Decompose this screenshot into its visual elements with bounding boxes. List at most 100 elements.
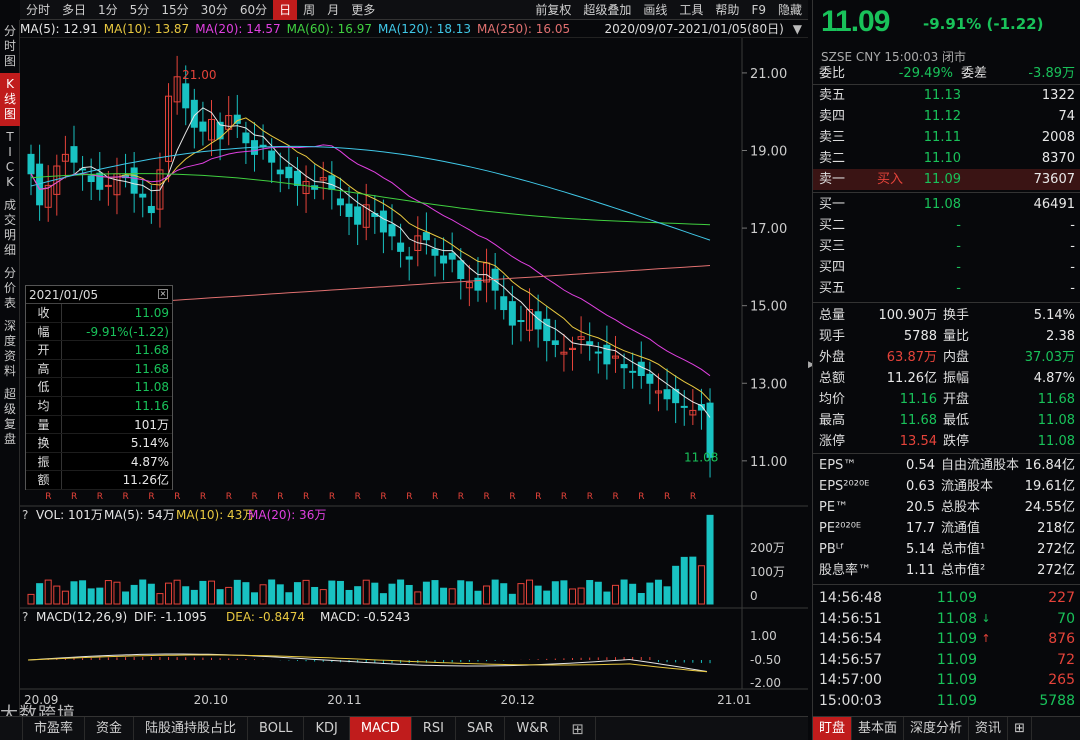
info-row: 量 101万: [26, 415, 172, 435]
tick-arrow-icon: ↑: [981, 632, 991, 645]
volume-bar: [663, 586, 671, 605]
ask-row[interactable]: 卖二 11.10 8370: [813, 148, 1080, 169]
bid-row[interactable]: 买三 - -: [813, 236, 1080, 257]
candle-body: [276, 169, 284, 175]
indicator-tab-2[interactable]: 陆股通持股占比: [134, 716, 249, 740]
toolbar-right-1[interactable]: 超级叠加: [577, 0, 637, 20]
left-tab-3[interactable]: 成 交 明 细: [0, 194, 20, 262]
candle-body: [328, 175, 336, 190]
volume-bar: [276, 584, 284, 605]
candle-body: [70, 146, 78, 163]
ma-label-1: MA(10): 13.87: [103, 21, 190, 36]
stat-key: 现手: [819, 329, 846, 344]
tick-row: 14:56:51 11.08 ↓ 70: [813, 609, 1080, 630]
candle-body: [182, 83, 190, 109]
range-dropdown-icon[interactable]: ▼: [793, 22, 802, 36]
volume-bar: [345, 589, 353, 605]
tab-placeholder-left[interactable]: [0, 716, 23, 740]
period-tab-7[interactable]: 日: [273, 0, 298, 20]
bid-row[interactable]: 买五 - -: [813, 278, 1080, 299]
period-tab-3[interactable]: 5分: [124, 0, 156, 20]
fund-key: 自由流通股本: [941, 458, 1020, 473]
volume-bar: [508, 593, 516, 605]
indicator-tab-8[interactable]: W&R: [505, 716, 561, 740]
candle-body: [405, 256, 413, 260]
macd-tick-label: 1.00: [750, 629, 777, 643]
x-tick-label: 20.11: [327, 693, 361, 707]
bid-row[interactable]: 买一 11.08 46491: [813, 194, 1080, 215]
info-key: 开: [26, 341, 62, 359]
volume-bar: [534, 585, 542, 605]
period-tab-5[interactable]: 30分: [195, 0, 234, 20]
stat-key: 开盘: [943, 392, 970, 407]
toolbar-right-4[interactable]: 帮助: [709, 0, 745, 20]
toolbar-right-2[interactable]: 画线: [637, 0, 673, 20]
indicator-tab-3[interactable]: BOLL: [248, 716, 305, 740]
x-tick-label: 20.12: [501, 693, 535, 707]
indicator-tab-6[interactable]: RSI: [412, 716, 456, 740]
bid-row[interactable]: 买四 - -: [813, 257, 1080, 278]
info-row: 均 11.16: [26, 396, 172, 416]
toolbar-right-5[interactable]: F9: [745, 0, 772, 20]
event-marker: R: [45, 492, 51, 502]
fund-value: 272亿: [1037, 563, 1075, 578]
period-tab-9[interactable]: 月: [321, 0, 345, 20]
left-tab-4[interactable]: 分 价 表: [0, 262, 20, 315]
candle-body: [139, 193, 147, 198]
close-icon[interactable]: ×: [158, 289, 168, 299]
stat-value: 5788: [903, 329, 937, 344]
indicator-tab-0[interactable]: 市盈率: [23, 716, 86, 740]
period-tab-1[interactable]: 多日: [56, 0, 92, 20]
add-indicator-icon[interactable]: ⊞: [560, 716, 596, 740]
period-tab-2[interactable]: 1分: [92, 0, 124, 20]
side-tab-0[interactable]: 盯盘: [813, 716, 853, 740]
bid-price: -: [956, 281, 961, 296]
ask-row[interactable]: 卖四 11.12 74: [813, 106, 1080, 127]
tick-price: 11.09: [936, 692, 977, 709]
left-tab-0[interactable]: 分 时 图: [0, 20, 20, 73]
ask-price: 11.10: [923, 151, 961, 166]
ask-row[interactable]: 卖五 11.13 1322: [813, 85, 1080, 106]
info-value: 11.09: [134, 306, 169, 320]
event-marker: R: [226, 492, 232, 502]
stock-terminal: 分时 多日 1分 5分 15分 30分 60分日周月更多 前复权 超级叠加 画线 工具 帮助 F9 隐藏 …: [0, 0, 1080, 740]
period-tab-0[interactable]: 分时: [20, 0, 56, 20]
tick-price: 11.09: [936, 651, 977, 668]
toolbar-right-3[interactable]: 工具: [673, 0, 709, 20]
period-tab-10[interactable]: 更多: [345, 0, 381, 20]
indicator-tab-4[interactable]: KDJ: [304, 716, 350, 740]
left-tab-2[interactable]: T I C K: [0, 126, 20, 194]
add-tab-icon[interactable]: ⊞: [1008, 716, 1032, 740]
price-tick-label: 13.00: [750, 377, 787, 392]
indicator-tab-1[interactable]: 资金: [85, 716, 135, 740]
ask-row[interactable]: 卖一 买入 11.09 73607: [813, 169, 1080, 190]
event-marker: R: [561, 492, 567, 502]
side-tab-2[interactable]: 深度分析: [904, 716, 970, 740]
period-tab-4[interactable]: 15分: [155, 0, 194, 20]
side-tab-1[interactable]: 基本面: [852, 716, 905, 740]
period-tab-6[interactable]: 60分: [234, 0, 273, 20]
left-tab-1[interactable]: K 线 图: [0, 73, 20, 126]
info-value: 11.16: [134, 398, 169, 413]
event-marker: R: [174, 492, 180, 502]
bid-label: 买五: [819, 281, 846, 296]
candle-body: [336, 198, 344, 206]
toolbar-right-0[interactable]: 前复权: [529, 0, 577, 20]
volume-bar: [672, 565, 680, 605]
period-tab-8[interactable]: 周: [297, 0, 321, 20]
bid-price: 11.08: [923, 197, 961, 212]
left-tab-5[interactable]: 深 度 资 料: [0, 315, 20, 383]
tick-qty: 876: [1048, 631, 1075, 647]
indicator-tab-7[interactable]: SAR: [456, 716, 506, 740]
volume-bar: [603, 591, 611, 605]
event-marker: R: [277, 492, 283, 502]
fund-value: 17.7: [906, 521, 935, 536]
ask-row[interactable]: 卖三 11.11 2008: [813, 127, 1080, 148]
left-tab-6[interactable]: 超 级 复 盘: [0, 383, 20, 451]
bid-row[interactable]: 买二 - -: [813, 215, 1080, 236]
indicator-tab-5[interactable]: MACD: [349, 716, 412, 740]
ask-tag: [877, 148, 911, 169]
volume-bar: [586, 580, 594, 605]
toolbar-right-6[interactable]: 隐藏: [772, 0, 808, 20]
side-tab-3[interactable]: 资讯: [969, 716, 1009, 740]
